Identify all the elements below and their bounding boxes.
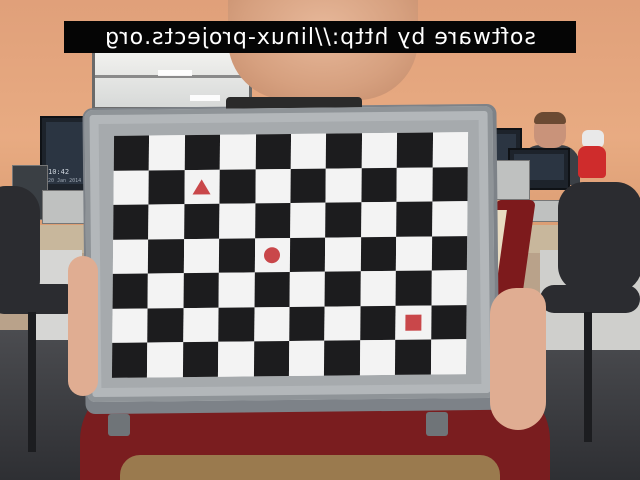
checker-square (325, 202, 362, 238)
checker-square (147, 307, 184, 343)
watermark-text: software by http://linux-projects.org (104, 24, 536, 50)
oscilloscope (494, 160, 530, 200)
checker-square (359, 340, 396, 376)
checker-square (254, 237, 291, 273)
watermark-banner: software by http://linux-projects.org (64, 21, 576, 53)
checker-square (432, 132, 469, 168)
checker-square (183, 273, 220, 308)
checker-square (219, 134, 256, 170)
square-marker (405, 314, 422, 331)
checker-square (360, 305, 396, 341)
checker-square (184, 134, 221, 170)
checker-square (290, 202, 326, 238)
left-hand (68, 256, 98, 396)
checker-square (288, 341, 325, 376)
checker-square (396, 236, 432, 272)
ceiling-light (190, 95, 220, 101)
checker-square (324, 340, 361, 376)
checker-square (360, 271, 397, 307)
ceiling-light (158, 70, 192, 76)
checker-square (431, 235, 468, 271)
red-robot (578, 146, 606, 178)
checker-square (255, 168, 291, 204)
checker-square (183, 238, 220, 274)
checker-square (324, 306, 361, 342)
monitor-date: 20 Jan 2014 (48, 178, 82, 184)
checker-square (361, 167, 397, 203)
checker-square (289, 271, 326, 307)
checker-square (431, 201, 468, 237)
checker-square (148, 238, 184, 274)
office-chair-seat (540, 285, 640, 313)
person-lap (120, 455, 500, 480)
checker-square (112, 239, 149, 275)
checker-square (432, 166, 468, 202)
checker-square (289, 306, 325, 342)
checker-square (395, 270, 432, 306)
checker-square (113, 170, 150, 205)
checker-square (254, 272, 290, 308)
checker-square (148, 169, 185, 205)
checker-square (219, 238, 255, 274)
checker-square (112, 308, 148, 344)
triangle-marker (193, 179, 212, 195)
checker-square (219, 203, 256, 239)
checker-square (396, 167, 433, 203)
checker-square (325, 167, 362, 203)
checker-square (255, 134, 292, 169)
checker-square (253, 306, 290, 342)
checker-square (396, 132, 433, 168)
checker-square (218, 341, 254, 377)
checker-square (324, 271, 361, 307)
checker-square (219, 168, 256, 204)
checker-square (147, 273, 184, 309)
checker-square (111, 342, 148, 378)
circle-marker (264, 247, 281, 264)
office-chair (558, 182, 640, 292)
checker-square (113, 204, 149, 240)
monitor-clock: 10:42 (48, 168, 70, 176)
checker-square (360, 236, 397, 272)
checker-square (290, 168, 327, 204)
webcam-frame: 10:42 20 Jan 2014 software by http://lin… (0, 0, 640, 480)
checker-square (218, 307, 255, 343)
checker-square (253, 341, 290, 377)
checker-square (396, 201, 433, 237)
checker-square (113, 135, 150, 171)
checker-square (430, 339, 467, 375)
right-hand (490, 288, 546, 430)
checker-square (326, 133, 362, 169)
checker-square (325, 236, 361, 272)
checker-square (182, 342, 219, 378)
checker-square (147, 342, 184, 378)
checker-square (395, 339, 431, 375)
checker-square (149, 135, 185, 171)
checker-square (290, 133, 327, 169)
checker-square (148, 204, 185, 240)
checker-square (395, 305, 432, 341)
checker-square (431, 270, 467, 306)
checker-square (183, 307, 219, 343)
checker-square (184, 169, 220, 205)
checker-square (183, 203, 220, 239)
checker-square (289, 237, 326, 273)
checker-square (361, 132, 398, 168)
checker-square (360, 202, 397, 237)
checker-square (218, 272, 255, 308)
checker-square (430, 304, 467, 340)
checkerboard (111, 132, 469, 378)
checker-square (254, 203, 291, 239)
checker-square (112, 273, 149, 309)
